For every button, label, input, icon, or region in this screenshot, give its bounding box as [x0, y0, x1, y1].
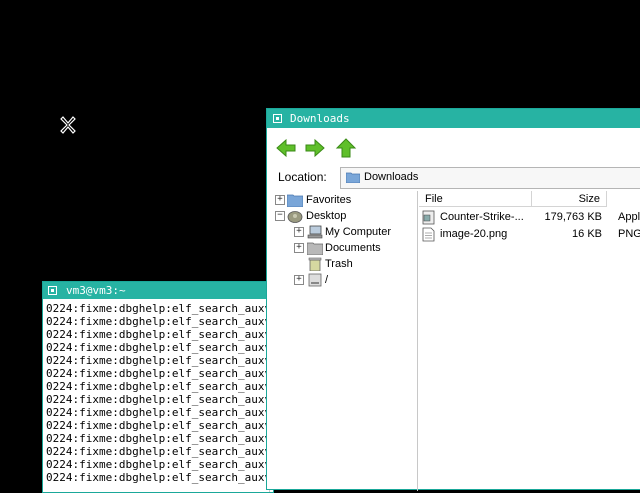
- desktop-icon: [287, 211, 303, 223]
- toolbar: [267, 129, 640, 165]
- application-file-icon: [422, 210, 435, 225]
- terminal-line: 0224:fixme:dbghelp:elf_search_auxv ca: [46, 341, 270, 354]
- expand-icon[interactable]: +: [294, 275, 304, 285]
- document-file-icon: [422, 227, 435, 242]
- folder-icon: [346, 172, 360, 183]
- file-name: Counter-Strike-...: [440, 211, 524, 223]
- terminal-line: 0224:fixme:dbghelp:elf_search_auxv ca: [46, 406, 270, 419]
- tree-label: Documents: [325, 242, 381, 254]
- file-manager-window[interactable]: Downloads Location: Downloads + Favorite…: [266, 108, 640, 491]
- drive-icon: [308, 273, 322, 287]
- tree-label: Trash: [325, 258, 353, 270]
- forward-arrow-icon[interactable]: [304, 138, 326, 158]
- location-bar: Location: Downloads: [267, 165, 640, 189]
- terminal-line: 0224:fixme:dbghelp:elf_search_auxv ca: [46, 419, 270, 432]
- terminal-line: 0224:fixme:dbghelp:elf_search_auxv ca: [46, 367, 270, 380]
- terminal-line: 0224:fixme:dbghelp:elf_search_auxv ca: [46, 393, 270, 406]
- location-value: Downloads: [364, 171, 419, 183]
- file-type: Appl: [618, 211, 640, 223]
- collapse-icon[interactable]: −: [275, 211, 285, 221]
- terminal-titlebar[interactable]: vm3@vm3:~: [43, 282, 273, 299]
- folder-icon: [287, 194, 303, 207]
- tree-item-root[interactable]: + /: [269, 272, 415, 288]
- terminal-line: 0224:fixme:dbghelp:elf_search_auxv ca: [46, 432, 270, 445]
- column-header-file[interactable]: File: [419, 191, 532, 207]
- tree-item-documents[interactable]: + Documents: [269, 240, 415, 256]
- back-arrow-icon[interactable]: [275, 138, 297, 158]
- file-size: 16 KB: [572, 228, 602, 240]
- terminal-title: vm3@vm3:~: [66, 284, 126, 297]
- expand-icon[interactable]: +: [294, 227, 304, 237]
- trash-icon: [308, 257, 322, 271]
- up-arrow-icon[interactable]: [335, 138, 357, 158]
- x-cursor-icon: [60, 116, 76, 134]
- tree-label: /: [325, 274, 329, 286]
- window-menu-icon[interactable]: [48, 286, 57, 295]
- column-header-size[interactable]: Size: [532, 191, 607, 207]
- file-list[interactable]: File Size Counter-Strike-... 179,763 KB …: [419, 191, 640, 491]
- file-row[interactable]: image-20.png 16 KB PNG: [419, 226, 640, 243]
- terminal-line: 0224:fixme:dbghelp:elf_search_auxv ca: [46, 458, 270, 471]
- tree-label: My Computer: [325, 226, 392, 238]
- terminal-line: 0224:fixme:dbghelp:elf_search_auxv ca: [46, 328, 270, 341]
- folder-tree[interactable]: + Favorites − Desktop + My Computer + Do…: [269, 191, 418, 491]
- file-row[interactable]: Counter-Strike-... 179,763 KB Appl: [419, 209, 640, 226]
- file-type: PNG: [618, 228, 640, 240]
- terminal-line: 0224:fixme:dbghelp:elf_search_auxv ca: [46, 380, 270, 393]
- window-menu-icon[interactable]: [273, 114, 282, 123]
- computer-icon: [307, 225, 323, 239]
- file-name: image-20.png: [440, 228, 508, 240]
- file-manager-title: Downloads: [290, 112, 350, 125]
- file-manager-titlebar[interactable]: Downloads: [267, 109, 640, 128]
- tree-label: Desktop: [306, 210, 347, 222]
- tree-item-my-computer[interactable]: + My Computer: [269, 224, 415, 240]
- tree-item-desktop[interactable]: − Desktop: [269, 208, 415, 224]
- tree-item-favorites[interactable]: + Favorites: [269, 192, 415, 208]
- terminal-window[interactable]: vm3@vm3:~ 0224:fixme:dbghelp:elf_search_…: [42, 281, 274, 493]
- location-field[interactable]: Downloads: [340, 167, 640, 189]
- expand-icon[interactable]: +: [275, 195, 285, 205]
- tree-item-trash[interactable]: Trash: [269, 256, 415, 272]
- documents-icon: [307, 242, 323, 255]
- file-size: 179,763 KB: [544, 211, 603, 223]
- terminal-line: 0224:fixme:dbghelp:elf_search_auxv ca: [46, 445, 270, 458]
- location-label: Location:: [278, 170, 327, 184]
- expand-icon[interactable]: +: [294, 243, 304, 253]
- terminal-line: 0224:fixme:dbghelp:elf_search_auxv ca: [46, 302, 270, 315]
- terminal-output[interactable]: 0224:fixme:dbghelp:elf_search_auxv ca 02…: [43, 302, 270, 492]
- terminal-line: 0224:fixme:dbghelp:elf_search_auxv ca: [46, 354, 270, 367]
- terminal-line: 0224:fixme:dbghelp:elf_search_auxv ca: [46, 471, 270, 484]
- terminal-line: 0224:fixme:dbghelp:elf_search_auxv ca: [46, 315, 270, 328]
- tree-label: Favorites: [306, 194, 352, 206]
